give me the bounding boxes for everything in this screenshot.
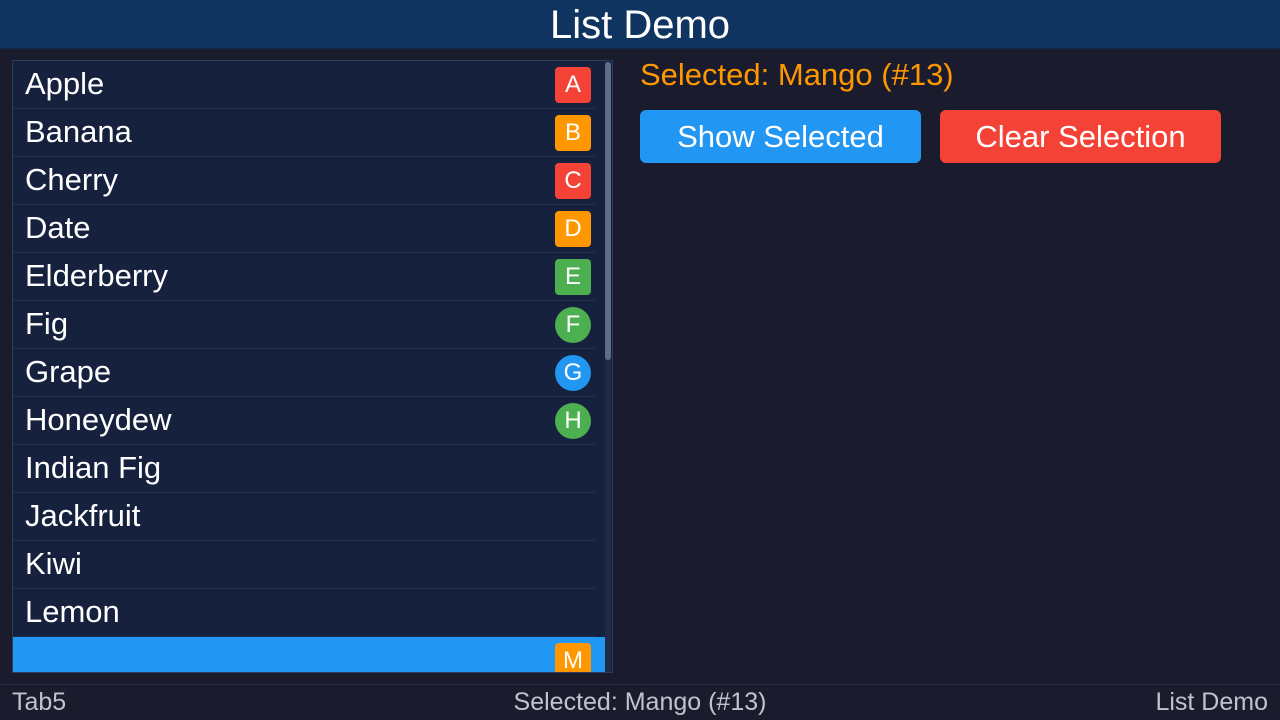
status-bar: Tab5 Selected: Mango (#13) List Demo <box>0 684 1280 720</box>
list-item[interactable]: Kiwi <box>13 541 595 589</box>
status-selection: Selected: Mango (#13) <box>513 688 767 716</box>
list-item[interactable]: Date D <box>13 205 595 253</box>
list-scrollbar-thumb[interactable] <box>605 62 611 360</box>
letter-badge-icon: F <box>555 307 591 343</box>
letter-badge-icon: H <box>555 403 591 439</box>
list-item-label: Elderberry <box>25 258 168 293</box>
list-item[interactable]: Lemon <box>13 589 595 637</box>
list-item-label: Cherry <box>25 162 119 197</box>
list-item[interactable]: Fig F <box>13 301 595 349</box>
list-item[interactable]: Indian Fig <box>13 445 595 493</box>
list-item-label: Date <box>25 210 91 245</box>
list-item[interactable]: Honeydew H <box>13 397 595 445</box>
letter-badge-icon: D <box>555 211 591 247</box>
list-item[interactable]: Elderberry E <box>13 253 595 301</box>
list-scrollbar[interactable] <box>605 62 611 672</box>
list-item[interactable]: Jackfruit <box>13 493 595 541</box>
status-app-name: List Demo <box>1155 688 1268 716</box>
list-item[interactable]: Apple A <box>13 61 595 109</box>
list-item-label: Lemon <box>25 594 120 629</box>
letter-badge-icon: B <box>555 115 591 151</box>
letter-badge-icon: M <box>555 643 591 672</box>
clear-selection-button[interactable]: Clear Selection <box>940 110 1221 163</box>
list-item[interactable]: Cherry C <box>13 157 595 205</box>
list-item-label: Fig <box>25 306 69 341</box>
list-item-label: Honeydew <box>25 402 172 437</box>
letter-badge-icon: E <box>555 259 591 295</box>
letter-badge-icon: G <box>555 355 591 391</box>
list-item-label: Kiwi <box>25 546 82 581</box>
list-item[interactable]: Grape G <box>13 349 595 397</box>
title-bar: List Demo <box>0 0 1280 49</box>
fruit-list[interactable]: Apple A Banana B Cherry C Date D Elderberry E Fig F… <box>12 60 613 673</box>
list-item-label: Indian Fig <box>25 450 162 485</box>
list-item-label: Jackfruit <box>25 498 141 533</box>
list-item-label: Grape <box>25 354 112 389</box>
list-item[interactable]: Banana B <box>13 109 595 157</box>
list-item-label: Banana <box>25 114 132 149</box>
selected-item-label: Selected: Mango (#13) <box>640 57 954 92</box>
list-item-selected[interactable]: M <box>13 637 605 672</box>
page-title: List Demo <box>549 3 731 47</box>
list-item-label: Apple <box>25 66 105 101</box>
letter-badge-icon: C <box>555 163 591 199</box>
letter-badge-icon: A <box>555 67 591 103</box>
show-selected-button[interactable]: Show Selected <box>640 110 921 163</box>
